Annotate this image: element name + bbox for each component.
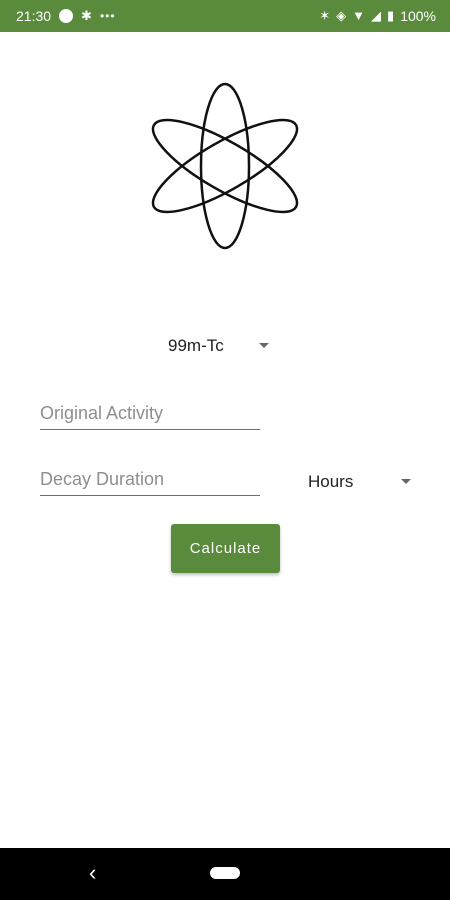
status-bar: 21:30 ✱ ••• ✶ ◈ ▼ ◢ ▮ 100% [0,0,450,32]
status-time: 21:30 [16,8,52,24]
atom-orbit-right [151,118,299,214]
atom-orbit-vertical [199,82,251,250]
time-units-dropdown[interactable]: Hours [308,469,416,495]
bluetooth-icon: ✶ [319,8,331,23]
home-pill-icon[interactable] [210,867,240,879]
atom-icon [151,82,299,250]
chevron-down-icon [259,343,269,348]
wifi-icon: ▼ [352,8,366,23]
battery-percent: 100% [400,8,436,24]
app-screen: 21:30 ✱ ••• ✶ ◈ ▼ ◢ ▮ 100% 99m-Tc Hours [0,0,450,900]
app-notification-icon [59,9,74,23]
original-activity-input[interactable] [40,397,260,429]
status-bar-left: 21:30 ✱ ••• [16,8,116,24]
decay-duration-input[interactable] [40,463,260,495]
atom-orbit-left [151,118,299,214]
vibrate-icon: ◈ [336,8,347,23]
navigation-bar: ‹ [0,848,450,900]
status-bar-right: ✶ ◈ ▼ ◢ ▮ 100% [319,8,436,24]
chevron-down-icon [401,479,411,484]
more-notifications-icon: ••• [99,9,116,23]
back-icon[interactable]: ‹ [89,862,96,884]
calculate-button[interactable]: Calculate [171,524,280,573]
isotope-dropdown[interactable]: 99m-Tc [168,333,278,359]
decay-duration-field [40,463,260,496]
time-units-selected-value: Hours [308,472,354,491]
android-debug-icon: ✱ [81,8,92,23]
signal-icon: ◢ [371,8,382,23]
battery-icon: ▮ [387,8,395,23]
isotope-selected-value: 99m-Tc [168,336,224,355]
original-activity-field [40,397,260,430]
